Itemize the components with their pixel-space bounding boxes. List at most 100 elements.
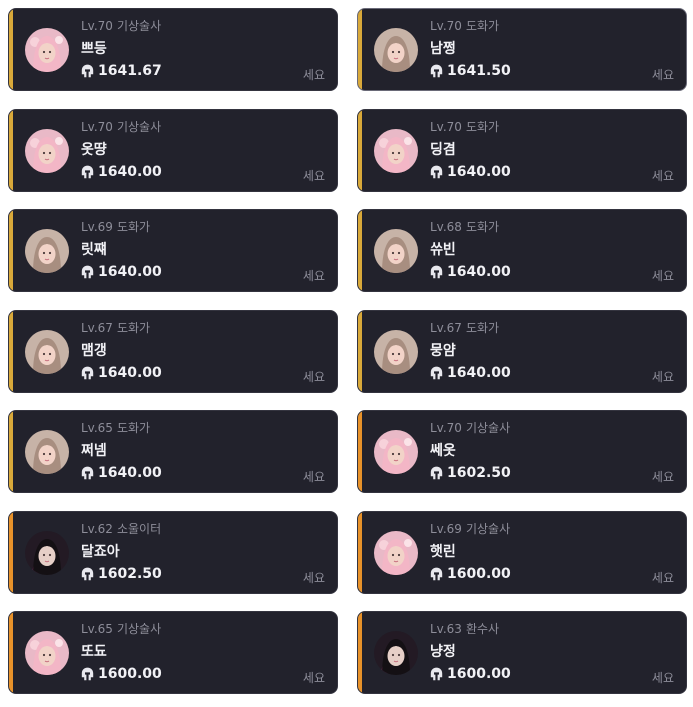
- character-meta: Lv.70 기상술사: [81, 118, 161, 135]
- character-name: 냥정: [430, 644, 456, 660]
- character-card[interactable]: Lv.70 도화가 남쩡 1641.50 세요: [357, 8, 687, 91]
- character-name: 남쩡: [430, 41, 456, 57]
- character-meta: Lv.69 도화가: [81, 218, 150, 235]
- character-name: 쎄옷: [430, 443, 456, 459]
- character-class: 기상술사: [465, 421, 511, 435]
- character-meta: Lv.65 도화가: [81, 419, 150, 436]
- helmet-icon: [81, 64, 94, 78]
- character-name: 릿쨰: [81, 242, 107, 258]
- item-level-score: 1640.00: [81, 264, 162, 280]
- helmet-icon: [430, 165, 443, 179]
- helmet-icon: [81, 567, 94, 581]
- character-name: 쩌넴: [81, 443, 107, 459]
- rank-accent-bar: [358, 110, 362, 191]
- server-name: 세요: [302, 671, 325, 685]
- character-meta: Lv.69 기상술사: [430, 520, 510, 537]
- character-level: Lv.65: [81, 622, 113, 636]
- character-card[interactable]: Lv.70 기상술사 쎄옷 1602.50 세요: [357, 410, 687, 493]
- character-class: 도화가: [465, 321, 500, 335]
- item-level-score: 1640.00: [81, 365, 162, 381]
- character-class: 기상술사: [116, 120, 162, 134]
- rank-accent-bar: [9, 210, 13, 291]
- character-level: Lv.63: [430, 622, 462, 636]
- character-level: Lv.70: [430, 19, 462, 33]
- helmet-icon: [430, 366, 443, 380]
- server-name: 세요: [651, 671, 674, 685]
- rank-accent-bar: [358, 311, 362, 392]
- character-name: 옷땽: [81, 142, 107, 158]
- character-card[interactable]: Lv.70 기상술사쁘등 1641.67 세요: [8, 8, 338, 91]
- rank-accent-bar: [9, 9, 13, 90]
- item-level-score: 1600.00: [430, 666, 511, 682]
- server-name: 세요: [651, 269, 674, 283]
- item-level-score: 1600.00: [430, 566, 511, 582]
- character-avatar: [374, 631, 418, 675]
- character-card[interactable]: Lv.68 도화가 쓔빈 1640.00 세요: [357, 209, 687, 292]
- character-avatar: [25, 28, 69, 72]
- character-level: Lv.67: [430, 321, 462, 335]
- character-avatar: [374, 129, 418, 173]
- character-ranking-grid: Lv.70 기상술사 쁘등 1641.67 세요 Lv.70 도화가 남쩡 1641.50 세요 L…: [0, 0, 693, 707]
- character-name: 쁘등: [81, 41, 107, 57]
- character-meta: Lv.63 환수사: [430, 620, 499, 637]
- item-level-score: 1640.00: [430, 264, 511, 280]
- item-level-score: 1640.00: [81, 164, 162, 180]
- rank-accent-bar: [9, 411, 13, 492]
- server-name: 세요: [302, 571, 325, 585]
- character-level: Lv.70: [430, 421, 462, 435]
- character-card[interactable]: Lv.69 기상술사 햇린 1600.00 세요: [357, 511, 687, 594]
- character-level: Lv.69: [81, 220, 113, 234]
- character-class: 도화가: [465, 120, 500, 134]
- item-level-score: 1640.00: [81, 465, 162, 481]
- rank-accent-bar: [358, 612, 362, 693]
- item-level-score: 1640.00: [430, 365, 511, 381]
- helmet-icon: [430, 567, 443, 581]
- character-avatar: [25, 330, 69, 374]
- character-card[interactable]: Lv.67 도화가 뭉얌 1640.00 세요: [357, 310, 687, 393]
- score-value: 1640.00: [98, 264, 162, 280]
- character-card[interactable]: Lv.67 도화가맴갱 1640.00 세요: [8, 310, 338, 393]
- character-avatar: [25, 531, 69, 575]
- character-meta: Lv.70 기상술사: [430, 419, 510, 436]
- character-card[interactable]: Lv.70 도화가 딩겸 1640.00 세요: [357, 109, 687, 192]
- server-name: 세요: [302, 470, 325, 484]
- character-card[interactable]: Lv.69 도화가 릿쨰 1640.00 세요: [8, 209, 338, 292]
- server-name: 세요: [651, 470, 674, 484]
- character-level: Lv.62: [81, 522, 113, 536]
- character-meta: Lv.70 기상술사: [81, 17, 161, 34]
- character-class: 도화가: [116, 220, 151, 234]
- character-card[interactable]: Lv.62 소울이터 달죠아 1602.50 세요: [8, 511, 338, 594]
- item-level-score: 1640.00: [430, 164, 511, 180]
- character-level: Lv.70: [81, 19, 113, 33]
- score-value: 1640.00: [98, 365, 162, 381]
- character-class: 기상술사: [116, 19, 162, 33]
- character-avatar: [25, 430, 69, 474]
- rank-accent-bar: [358, 210, 362, 291]
- helmet-icon: [81, 366, 94, 380]
- character-class: 도화가: [465, 19, 500, 33]
- score-value: 1602.50: [98, 566, 162, 582]
- item-level-score: 1641.67: [81, 63, 162, 79]
- character-meta: Lv.70 도화가: [430, 118, 499, 135]
- character-meta: Lv.67 도화가: [81, 319, 150, 336]
- character-card[interactable]: Lv.65 도화가쩌넴 1640.00 세요: [8, 410, 338, 493]
- character-name: 맴갱: [81, 343, 107, 359]
- character-meta: Lv.68 도화가: [430, 218, 499, 235]
- rank-accent-bar: [358, 411, 362, 492]
- character-level: Lv.70: [81, 120, 113, 134]
- character-card[interactable]: Lv.65 기상술사 또됴 1600.00 세요: [8, 611, 338, 694]
- character-level: Lv.68: [430, 220, 462, 234]
- helmet-icon: [81, 165, 94, 179]
- server-name: 세요: [651, 169, 674, 183]
- score-value: 1640.00: [447, 164, 511, 180]
- character-card[interactable]: Lv.70 기상술사 옷땽 1640.00 세요: [8, 109, 338, 192]
- item-level-score: 1600.00: [81, 666, 162, 682]
- character-card[interactable]: Lv.63 환수사냥정 1600.00 세요: [357, 611, 687, 694]
- character-avatar: [374, 229, 418, 273]
- character-class: 기상술사: [465, 522, 511, 536]
- server-name: 세요: [651, 370, 674, 384]
- character-class: 도화가: [116, 321, 151, 335]
- character-class: 기상술사: [116, 622, 162, 636]
- server-name: 세요: [302, 68, 325, 82]
- server-name: 세요: [302, 370, 325, 384]
